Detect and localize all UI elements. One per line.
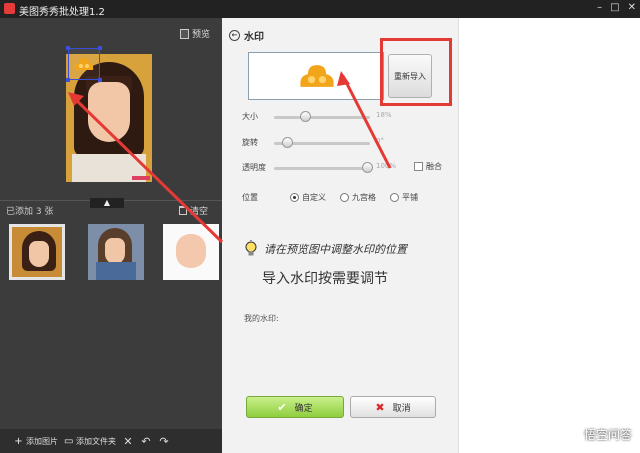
panel-header: ← 水印 — [229, 28, 264, 43]
empty-area — [458, 18, 640, 453]
main-hint: 导入水印按需要调节 — [262, 271, 388, 287]
rotate-right-icon[interactable]: ↷ — [158, 435, 170, 448]
add-folder-button[interactable]: ▭ 添加文件夹 — [64, 436, 116, 447]
opacity-value: 100% — [376, 162, 397, 170]
add-folder-label: 添加文件夹 — [76, 436, 116, 446]
plus-icon: + — [14, 435, 23, 447]
opacity-knob[interactable] — [362, 162, 373, 173]
window-controls: – □ ✕ — [597, 2, 636, 13]
add-image-label: 添加图片 — [26, 436, 58, 446]
back-icon[interactable]: ← — [229, 30, 240, 41]
radio-grid-label: 九宫格 — [352, 193, 376, 202]
radio-tile-dot[interactable] — [390, 193, 399, 202]
watermark-logo-icon — [74, 58, 94, 70]
panel-title: 水印 — [244, 32, 264, 43]
close-button[interactable]: ✕ — [628, 2, 636, 13]
delete-icon[interactable]: ✕ — [122, 435, 134, 448]
annotation-highlight-box — [380, 38, 452, 106]
blend-checkbox[interactable]: 融合 — [414, 161, 442, 172]
folder-icon: ▭ — [64, 435, 74, 447]
radio-tile-label: 平铺 — [402, 193, 418, 202]
size-track[interactable] — [274, 116, 370, 119]
blend-box[interactable] — [414, 162, 423, 171]
radio-grid[interactable]: 九宫格 — [340, 192, 376, 203]
preview-button[interactable]: 预览 — [180, 27, 210, 40]
position-label: 位置 — [242, 193, 258, 202]
check-icon: ✔ — [277, 400, 287, 414]
cancel-label: 取消 — [392, 403, 411, 414]
preview-icon — [180, 28, 189, 39]
add-image-button[interactable]: + 添加图片 — [14, 436, 58, 447]
thumbnail-2[interactable] — [88, 224, 144, 280]
radio-grid-dot[interactable] — [340, 193, 349, 202]
thumbnail-3[interactable] — [163, 224, 219, 280]
collapse-toggle[interactable]: ▲ — [90, 198, 124, 208]
size-knob[interactable] — [300, 111, 311, 122]
preview-label: 预览 — [192, 30, 211, 40]
window-title: 美图秀秀批处理1.2 — [19, 7, 105, 18]
confirm-label: 确定 — [294, 403, 313, 414]
radio-custom-dot[interactable] — [290, 193, 299, 202]
added-count: 已添加 3 张 — [6, 207, 54, 217]
site-watermark: 悟空问答 — [563, 426, 632, 443]
watermark-panel: ← 水印 重新导入 大小 18% 旋转 0° 透明度 100% 融合 位置 自定… — [222, 18, 458, 453]
left-panel: 预览 ▲ 已添加 3 张 清空 + 添加图片 ▭ 添加文件夹 ✕ ↶ ↷ — [0, 18, 222, 453]
maximize-button[interactable]: □ — [610, 2, 619, 13]
handwritten-hint: 请在预览图中调整水印的位置 — [264, 243, 407, 256]
rotate-label: 旋转 — [242, 138, 258, 147]
hint-row: 请在预览图中调整水印的位置 — [244, 240, 407, 258]
opacity-label: 透明度 — [242, 163, 266, 172]
watermark-preview — [248, 52, 384, 100]
opacity-slider[interactable]: 透明度 100% — [242, 161, 442, 175]
rotate-slider[interactable]: 旋转 0° — [242, 136, 442, 150]
site-logo-icon — [563, 426, 580, 443]
rotate-left-icon[interactable]: ↶ — [140, 435, 152, 448]
site-watermark-text: 悟空问答 — [583, 428, 632, 442]
rotate-knob[interactable] — [282, 137, 293, 148]
clear-label: 清空 — [190, 207, 209, 217]
app-icon — [4, 3, 15, 14]
title-bar: 美图秀秀批处理1.2 – □ ✕ — [0, 0, 640, 18]
clear-button[interactable]: 清空 — [179, 204, 208, 217]
watermark-selection-box[interactable] — [66, 46, 102, 82]
size-label: 大小 — [242, 112, 258, 121]
left-toolbar: + 添加图片 ▭ 添加文件夹 ✕ ↶ ↷ — [0, 429, 222, 453]
lightbulb-icon — [245, 240, 257, 256]
my-watermark-label: 我的水印: — [244, 314, 279, 323]
cancel-x-icon: ✖ — [375, 400, 385, 414]
minimize-button[interactable]: – — [597, 2, 602, 13]
opacity-track[interactable] — [274, 167, 370, 170]
watermark-logo-icon — [300, 65, 334, 87]
cancel-button[interactable]: ✖ 取消 — [350, 396, 436, 418]
size-value: 18% — [376, 111, 392, 119]
trash-icon — [179, 206, 187, 215]
confirm-button[interactable]: ✔ 确定 — [246, 396, 344, 418]
radio-custom-label: 自定义 — [302, 193, 326, 202]
rotate-value: 0° — [376, 137, 384, 145]
radio-custom[interactable]: 自定义 — [290, 192, 326, 203]
thumbnail-1[interactable] — [9, 224, 65, 280]
size-slider[interactable]: 大小 18% — [242, 110, 442, 124]
position-row: 位置 自定义 九宫格 平铺 — [242, 192, 452, 204]
blend-label: 融合 — [426, 162, 442, 171]
radio-tile[interactable]: 平铺 — [390, 192, 418, 203]
